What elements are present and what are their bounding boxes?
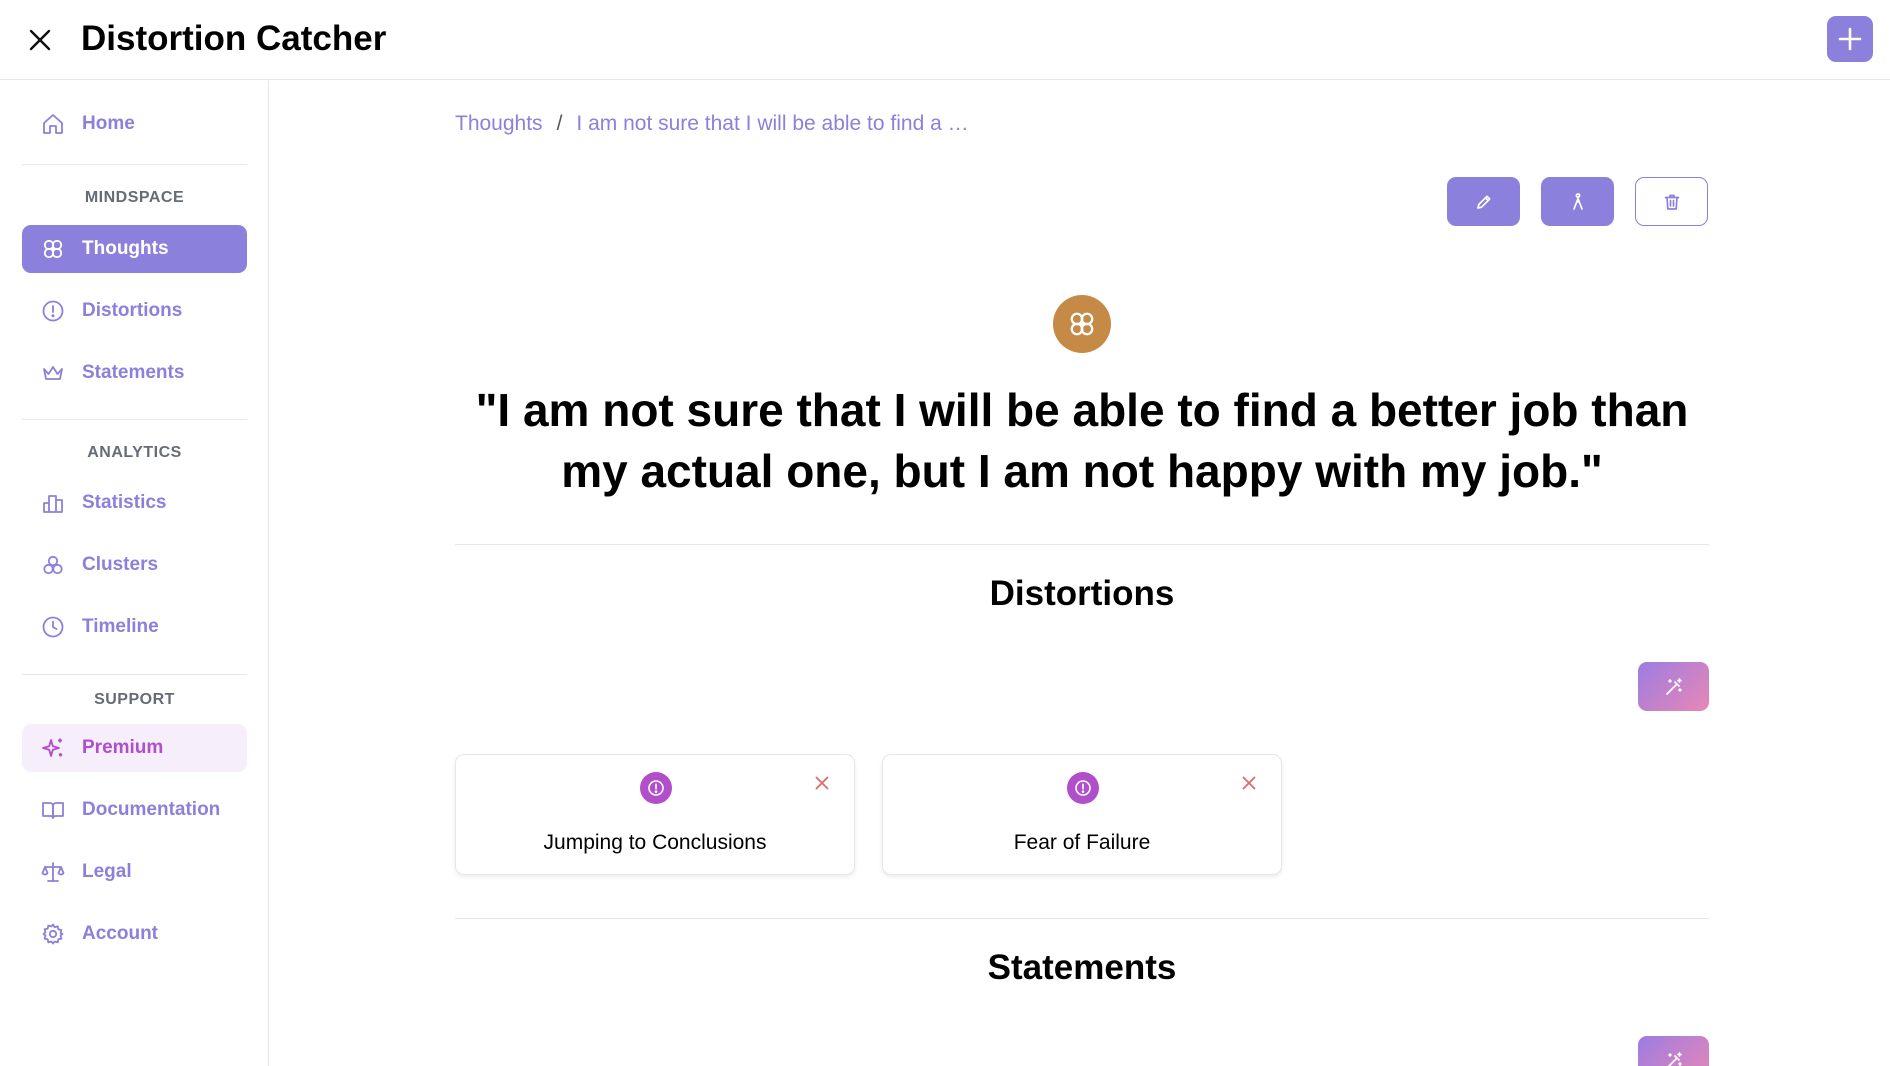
remove-distortion-button[interactable]	[1237, 771, 1261, 795]
pencil-icon	[1476, 194, 1491, 209]
gear-icon	[40, 921, 66, 947]
generate-statements-button[interactable]	[1638, 1036, 1709, 1066]
breadcrumb-current: I am not sure that I will be able to fin…	[576, 112, 969, 135]
sidebar-item-distortions[interactable]: Distortions	[22, 287, 247, 335]
section-label-mindspace: MINDSPACE	[84, 189, 185, 206]
sidebar-item-label: Legal	[82, 861, 132, 882]
edit-thought-button[interactable]	[1447, 177, 1520, 226]
add-thought-button[interactable]	[1827, 16, 1873, 62]
top-bar: Distortion Catcher	[0, 0, 1890, 80]
distortion-label: Jumping to Conclusions	[543, 831, 767, 854]
section-label-support: SUPPORT	[94, 691, 175, 708]
sidebar: Home MINDSPACE Thoughts Distortions Stat…	[0, 81, 269, 1066]
statements-heading: Statements	[987, 948, 1177, 987]
close-icon	[1242, 776, 1256, 790]
distortion-card[interactable]: Fear of Failure	[882, 754, 1282, 875]
brain-icon	[1070, 312, 1094, 336]
sidebar-item-label: Home	[82, 113, 135, 134]
detect-distortions-button[interactable]	[1638, 662, 1709, 711]
sidebar-divider	[22, 674, 247, 675]
thought-text: "I am not sure that I will be able to fi…	[475, 384, 1689, 497]
plus-icon	[1838, 27, 1862, 51]
sidebar-item-premium[interactable]: Premium	[22, 724, 247, 772]
sidebar-divider	[22, 164, 247, 165]
clock-icon	[40, 614, 66, 640]
distortion-label: Fear of Failure	[1013, 831, 1151, 854]
close-icon	[815, 776, 829, 790]
brain-icon	[40, 236, 66, 262]
scale-icon	[40, 859, 66, 885]
section-divider	[455, 544, 1709, 545]
app-title: Distortion Catcher	[81, 19, 387, 58]
sidebar-item-label: Timeline	[82, 616, 159, 637]
breadcrumb-root-link[interactable]: Thoughts	[455, 112, 543, 136]
magic-wand-icon	[1666, 1051, 1682, 1066]
sidebar-item-label: Thoughts	[82, 238, 169, 259]
clusters-icon	[40, 552, 66, 578]
sidebar-item-account[interactable]: Account	[22, 910, 247, 958]
reframe-thought-button[interactable]	[1541, 177, 1614, 226]
alert-circle-icon	[40, 298, 66, 324]
section-divider	[455, 918, 1709, 919]
sidebar-item-documentation[interactable]: Documentation	[22, 786, 247, 834]
sidebar-item-label: Statistics	[82, 492, 167, 513]
sparkles-icon	[40, 735, 66, 761]
sidebar-item-label: Account	[82, 923, 158, 944]
sidebar-item-label: Documentation	[82, 799, 221, 820]
magic-wand-icon	[1665, 677, 1682, 695]
delete-thought-button[interactable]	[1635, 177, 1708, 226]
distortions-heading: Distortions	[989, 574, 1175, 613]
home-icon	[40, 111, 66, 137]
close-icon	[29, 29, 51, 51]
breadcrumb: Thoughts / I am not sure that I will be …	[455, 112, 969, 136]
book-open-icon	[40, 797, 66, 823]
thought-badge	[1053, 295, 1111, 353]
distortion-card[interactable]: Jumping to Conclusions	[455, 754, 855, 875]
sidebar-item-legal[interactable]: Legal	[22, 848, 247, 896]
remove-distortion-button[interactable]	[810, 771, 834, 795]
bar-chart-icon	[40, 490, 66, 516]
sidebar-item-home[interactable]: Home	[22, 100, 247, 148]
breadcrumb-separator: /	[556, 112, 563, 135]
person-arrow-icon	[1572, 192, 1583, 210]
alert-circle-icon	[640, 772, 672, 804]
sidebar-item-label: Statements	[82, 362, 185, 383]
sidebar-item-thoughts[interactable]: Thoughts	[22, 225, 247, 273]
sidebar-item-statistics[interactable]: Statistics	[22, 479, 247, 527]
section-label-analytics: ANALYTICS	[87, 444, 182, 461]
sidebar-item-timeline[interactable]: Timeline	[22, 603, 247, 651]
sidebar-item-label: Clusters	[82, 554, 159, 575]
sidebar-item-clusters[interactable]: Clusters	[22, 541, 247, 589]
sidebar-item-label: Distortions	[82, 300, 183, 321]
close-button[interactable]	[24, 24, 56, 56]
trash-icon	[1664, 194, 1679, 210]
sidebar-item-label: Premium	[82, 737, 164, 758]
crown-icon	[40, 360, 66, 386]
sidebar-item-statements[interactable]: Statements	[22, 349, 247, 397]
alert-circle-icon	[1067, 772, 1099, 804]
sidebar-divider	[22, 419, 247, 420]
